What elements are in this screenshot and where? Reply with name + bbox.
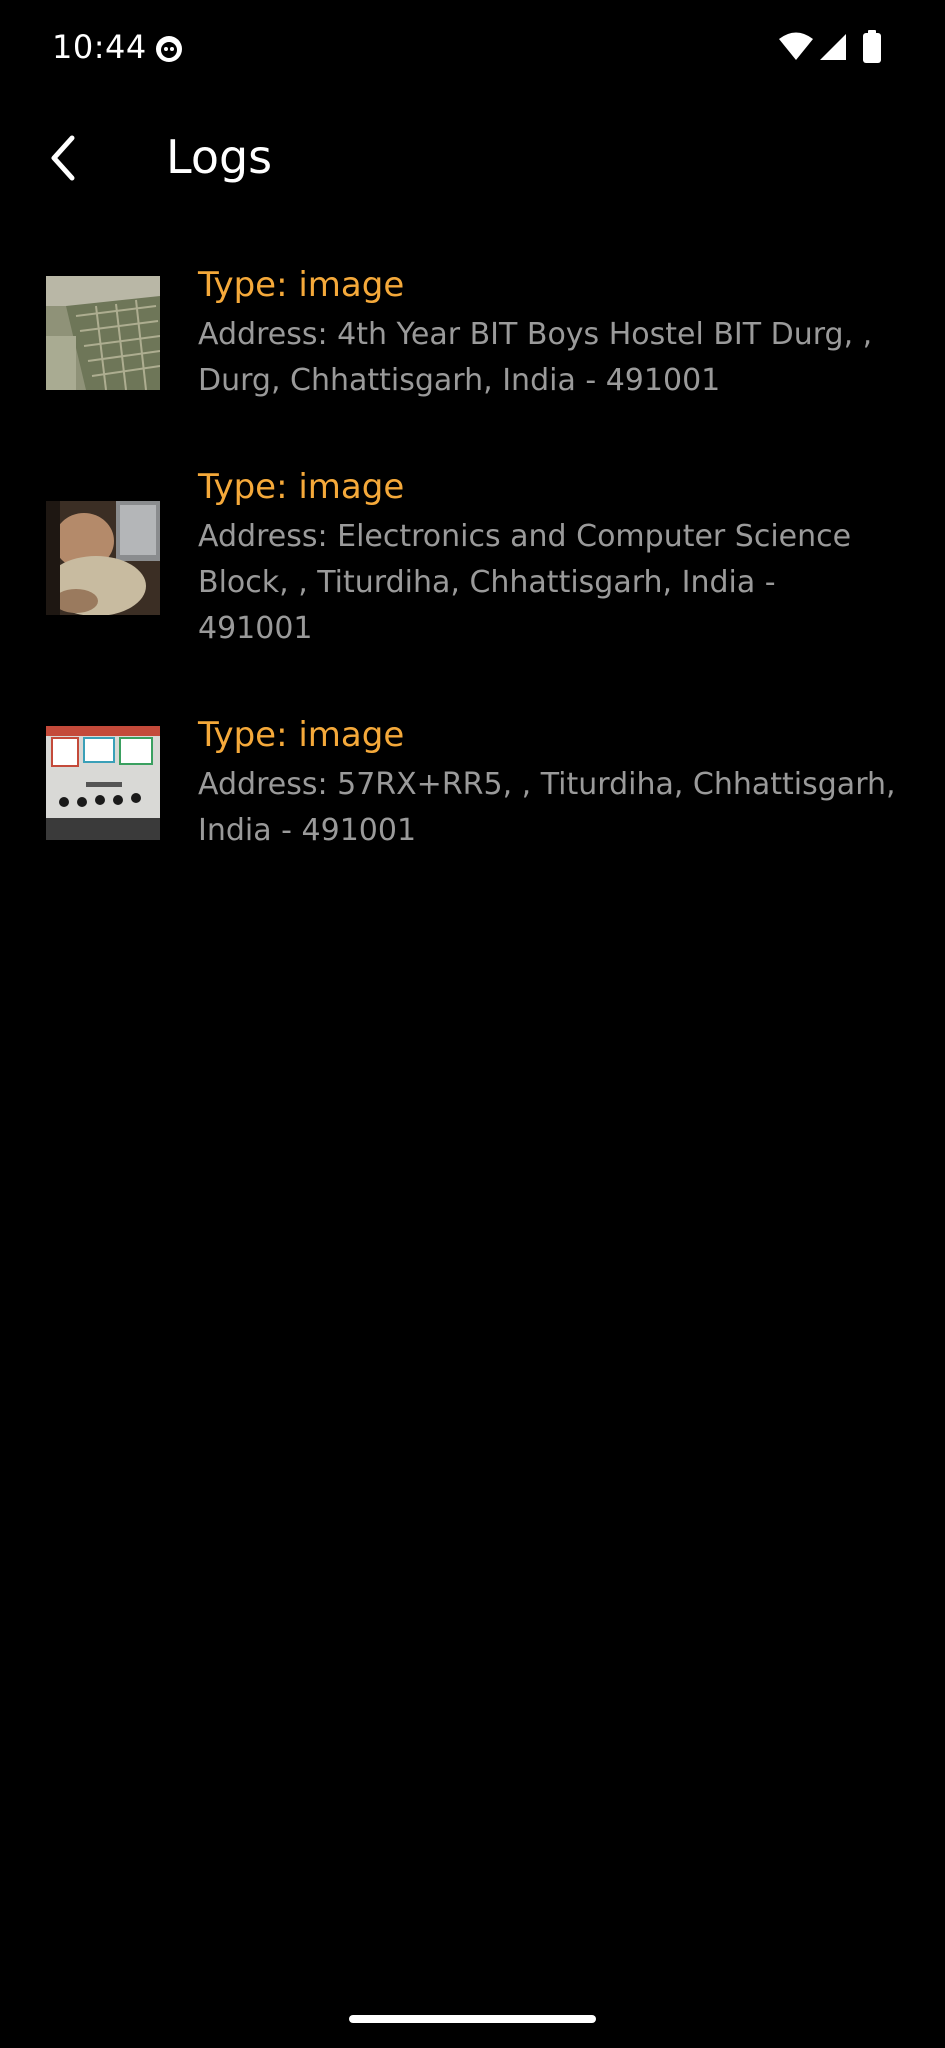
log-text: Type: image Address: 57RX+RR5, , Titurdi… bbox=[198, 712, 899, 854]
log-type: Type: image bbox=[198, 467, 405, 507]
battery-icon bbox=[862, 30, 882, 68]
app-bar: Logs bbox=[0, 110, 945, 210]
log-text: Type: image Address: 4th Year BIT Boys H… bbox=[198, 262, 899, 404]
thumbnail-floor-icon bbox=[46, 276, 160, 390]
log-address: Address: Electronics and Computer Scienc… bbox=[198, 519, 852, 646]
back-arrow-icon bbox=[44, 134, 84, 186]
log-item[interactable]: Type: image Address: Electronics and Com… bbox=[0, 464, 945, 652]
status-bar: 10:44 bbox=[0, 0, 945, 96]
wifi-icon bbox=[778, 32, 814, 66]
signal-icon bbox=[818, 32, 848, 66]
log-type: Type: image bbox=[198, 715, 405, 755]
log-item[interactable]: Type: image Address: 57RX+RR5, , Titurdi… bbox=[0, 712, 945, 854]
page-title: Logs bbox=[166, 130, 273, 184]
home-indicator[interactable] bbox=[349, 2015, 596, 2023]
back-button[interactable] bbox=[30, 126, 98, 194]
log-text: Type: image Address: Electronics and Com… bbox=[198, 464, 899, 652]
log-item[interactable]: Type: image Address: 4th Year BIT Boys H… bbox=[0, 262, 945, 404]
app-notification-icon bbox=[154, 34, 184, 68]
thumbnail-person-laptop-icon bbox=[46, 501, 160, 615]
status-time: 10:44 bbox=[52, 28, 147, 66]
thumbnail-poster-icon bbox=[46, 726, 160, 840]
log-address: Address: 57RX+RR5, , Titurdiha, Chhattis… bbox=[198, 767, 896, 848]
log-address: Address: 4th Year BIT Boys Hostel BIT Du… bbox=[198, 317, 873, 398]
log-list: Type: image Address: 4th Year BIT Boys H… bbox=[0, 262, 945, 854]
log-type: Type: image bbox=[198, 265, 405, 305]
